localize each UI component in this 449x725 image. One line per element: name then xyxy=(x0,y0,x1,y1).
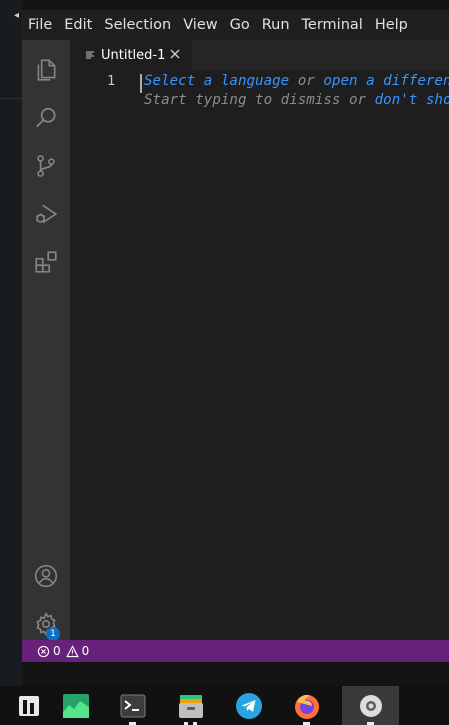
search-button[interactable] xyxy=(22,96,70,140)
system-monitor-icon xyxy=(62,693,89,718)
terminal-icon xyxy=(120,694,145,717)
open-different-editor-link[interactable]: open a different xyxy=(323,73,449,89)
account-icon xyxy=(34,564,58,588)
tab-untitled-1[interactable]: Untitled-1 xyxy=(70,40,192,70)
source-control-button[interactable] xyxy=(22,144,70,188)
menu-go[interactable]: Go xyxy=(224,17,256,33)
chevron-left-icon: ◂ xyxy=(14,10,20,21)
file-lines-icon xyxy=(86,51,94,59)
menu-terminal[interactable]: Terminal xyxy=(296,17,369,33)
editor-area[interactable]: 1 Select a language or open a different … xyxy=(70,70,449,640)
error-count: 0 xyxy=(53,644,61,658)
search-icon xyxy=(36,107,56,128)
firefox-button[interactable] xyxy=(278,686,335,725)
activity-bar: 1 xyxy=(22,40,70,641)
editor-hint: Select a language or open a different St… xyxy=(144,72,449,110)
files-button[interactable] xyxy=(162,686,219,725)
menu-selection[interactable]: Selection xyxy=(98,17,177,33)
warning-count: 0 xyxy=(81,644,90,658)
text-cursor xyxy=(140,74,142,93)
problems-status[interactable]: 0 0 xyxy=(37,644,94,658)
status-bar: 0 0 xyxy=(22,640,449,662)
explorer-icon xyxy=(37,59,56,81)
taskbar xyxy=(0,686,449,725)
desktop-background: ◂ xyxy=(0,0,22,686)
source-control-icon xyxy=(37,155,55,177)
app-grid-icon xyxy=(18,695,39,716)
menu-bar: File Edit Selection View Go Run Terminal… xyxy=(22,10,449,40)
vscode-window: File Edit Selection View Go Run Terminal… xyxy=(22,10,449,662)
files-icon xyxy=(178,694,203,718)
menu-run[interactable]: Run xyxy=(256,17,296,33)
hint-text-dismiss: Start typing to dismiss or xyxy=(144,92,375,108)
run-debug-button[interactable] xyxy=(22,192,70,236)
run-debug-icon xyxy=(36,204,58,224)
tab-bar: Untitled-1 xyxy=(70,40,449,70)
menu-view[interactable]: View xyxy=(177,17,223,33)
menu-help[interactable]: Help xyxy=(369,17,414,33)
explorer-button[interactable] xyxy=(22,48,70,92)
account-button[interactable] xyxy=(22,554,70,598)
system-monitor-button[interactable] xyxy=(47,686,104,725)
dont-show-link[interactable]: don't show xyxy=(375,92,449,108)
line-number: 1 xyxy=(107,73,116,89)
telegram-button[interactable] xyxy=(220,686,277,725)
firefox-icon xyxy=(294,694,319,719)
menu-edit[interactable]: Edit xyxy=(58,17,98,33)
tab-label: Untitled-1 xyxy=(101,47,166,63)
terminal-button[interactable] xyxy=(104,686,161,725)
menu-file[interactable]: File xyxy=(22,17,58,33)
select-language-link[interactable]: Select a language xyxy=(144,73,289,89)
settings-badge: 1 xyxy=(46,627,60,641)
divider xyxy=(0,98,22,99)
extensions-button[interactable] xyxy=(22,240,70,284)
vscode-button[interactable] xyxy=(342,686,399,725)
telegram-icon xyxy=(235,692,262,719)
close-icon[interactable] xyxy=(168,47,182,61)
extensions-icon xyxy=(35,251,57,273)
error-icon xyxy=(37,645,50,657)
vscode-icon xyxy=(359,694,382,717)
warning-icon xyxy=(65,644,79,657)
hint-text: or xyxy=(289,73,324,89)
